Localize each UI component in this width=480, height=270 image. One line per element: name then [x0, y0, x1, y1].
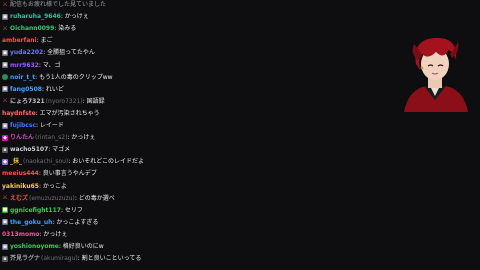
chat-message-text: : 割と良いこといってる	[77, 255, 142, 263]
chat-message-text: : かっけぇ	[60, 13, 89, 21]
chat-message: haydnfste: エマが汚染されちゃう	[2, 108, 100, 119]
chat-message-text: : 全勝狙ってたやん	[43, 49, 95, 57]
chat-message-text: : まご	[36, 37, 53, 45]
chat-message: ▣ fang0508: れいど	[2, 84, 64, 95]
chat-message-text: : かっこよすぎる	[52, 218, 99, 226]
chat-message-text: : 格好良いのにw	[58, 243, 104, 250]
chat-user-login: (rintan_s2)	[35, 134, 68, 142]
chat-username[interactable]: 芥見ラグナ	[10, 253, 40, 264]
chat-user-login: (akumiragu)	[41, 255, 78, 263]
chat-message: meeius444: 良い事言うやんデブ	[2, 168, 97, 179]
vtuber-avatar-icon	[404, 37, 468, 112]
chat-username[interactable]: にょろ7321	[10, 96, 45, 107]
chat-username[interactable]: noir_t_t	[10, 72, 35, 83]
chat-message-text: : れいど	[41, 85, 64, 93]
subscriber-badge-icon: ◆	[2, 158, 8, 165]
chat-message: ▣ yuda2202: 全勝狙ってたやん	[2, 47, 95, 58]
bot-badge-icon: ▣	[2, 86, 8, 93]
chat-panel: ⚔ 配信もお疲れ様でした見ていました ▣ ruharuha_9646: かっけぇ ⚔ Oi…	[0, 0, 340, 270]
chat-username[interactable]: りんたん	[10, 132, 34, 143]
chat-message: ▣ yoshionoyome: 格好良いのにw	[2, 241, 104, 252]
chat-message: ▣ fujibcsc: レイード	[2, 120, 64, 131]
bot-badge-icon: ▣	[2, 243, 8, 250]
chat-username[interactable]: ggnicefight117	[10, 205, 61, 216]
dot-badge-icon	[2, 74, 8, 81]
chat-message: ⚔ 配信もお疲れ様でした見ていました	[2, 0, 106, 10]
bot-badge-icon: ▣	[2, 122, 8, 129]
chat-message-text: : どの毒か選べ	[74, 194, 115, 202]
chat-message: yakiniku65: かっこよ	[2, 181, 67, 192]
chat-message: ▪ wacho5107: マゴメ	[2, 144, 70, 155]
chat-username[interactable]: Oichann0099	[10, 23, 54, 34]
chat-username[interactable]: yoshionoyome	[10, 241, 59, 252]
moderator-badge-icon: ■	[2, 207, 8, 214]
gray-badge-icon: ▪	[2, 255, 8, 262]
chat-username[interactable]: haydnfste	[2, 108, 36, 119]
sword-badge-icon: ⚔	[2, 25, 8, 32]
chat-user-login: (nyoro7321)	[45, 97, 83, 105]
chat-message: 0313momo: かっけぇ	[2, 229, 67, 240]
vip-badge-icon: ◆	[2, 134, 8, 141]
chat-message: ◆ _抹_ (naokachi_sou): おいそれどこのレイドだよ	[2, 156, 144, 167]
chat-username[interactable]: 0313momo	[2, 229, 39, 240]
chat-message-text: : もう1人の毒のクリップww	[35, 73, 113, 81]
chat-message: amberfani: まご	[2, 35, 53, 46]
chat-message-text: : 染みる	[54, 25, 77, 33]
bot-badge-icon: ▣	[2, 49, 8, 56]
chat-username[interactable]: fujibcsc	[10, 120, 36, 131]
chat-message-text: : セリフ	[60, 206, 83, 214]
chat-message-text: : おいそれどこのレイドだよ	[68, 158, 145, 166]
chat-username[interactable]: ruharuha_9646	[10, 11, 61, 22]
chat-message: ▪ 芥見ラグナ (akumiragu): 割と良いこといってる	[2, 253, 141, 264]
gray-badge-icon: ▪	[2, 146, 8, 153]
chat-message-text: : レイード	[35, 122, 64, 129]
chat-username[interactable]: amberfani	[2, 35, 37, 46]
sword-badge-icon: ⚔	[2, 195, 8, 202]
sword-badge-icon: ⚔	[2, 1, 8, 8]
chat-message-text: : かっけぇ	[39, 230, 68, 238]
chat-message-text: : エマが汚染されちゃう	[35, 109, 100, 117]
chat-username[interactable]: meeius444	[2, 168, 39, 179]
chat-message: ▣ ruharuha_9646: かっけぇ	[2, 11, 89, 22]
chat-message-text: : 良い事言うやんデブ	[38, 170, 97, 178]
chat-message: ⚔ にょろ7321 (nyoro7321): 国語録	[2, 96, 105, 107]
bot-badge-icon: ▣	[2, 62, 8, 68]
bot-badge-icon: ▣	[2, 219, 8, 226]
chat-username[interactable]: yakiniku65	[2, 181, 39, 192]
chat-message-text: : マゴメ	[48, 146, 71, 154]
chat-username[interactable]: えむズ	[10, 193, 28, 204]
chat-user-login: (naokachi_sou)	[23, 158, 69, 166]
chat-user-login: (emuzuzuzuzu)	[29, 194, 75, 202]
chat-message-text: : かっこよ	[38, 182, 67, 190]
chat-message: ▣ the_goku_uh: かっこよすぎる	[2, 217, 98, 228]
chat-username[interactable]: fang0508	[10, 84, 42, 95]
chat-message: ⚔ えむズ (emuzuzuzuzu): どの毒か選べ	[2, 193, 115, 204]
chat-message-text: : 国語録	[82, 97, 105, 105]
chat-username[interactable]: _抹_	[10, 156, 22, 167]
sword-badge-icon: ⚔	[2, 98, 8, 105]
chat-username[interactable]: wacho5107	[10, 144, 48, 155]
chat-message: ⚔ Oichann0099: 染みる	[2, 23, 76, 34]
chat-message-text: : かっけぇ	[67, 134, 96, 142]
chat-username[interactable]: yuda2202	[10, 47, 43, 58]
chat-message: ■ ggnicefight117: セリフ	[2, 205, 83, 216]
chat-message: ▣ mrr9632: マ、ゴ	[2, 60, 61, 71]
chat-message-text: 配信もお疲れ様でした見ていました	[10, 1, 107, 8]
chat-username[interactable]: the_goku_uh	[10, 217, 52, 228]
chat-message: noir_t_t: もう1人の毒のクリップww	[2, 72, 113, 83]
chat-username[interactable]: mrr9632	[10, 60, 39, 71]
bot-badge-icon: ▣	[2, 13, 8, 20]
chat-message-text: : マ、ゴ	[38, 61, 61, 69]
chat-message: ◆ りんたん (rintan_s2): かっけぇ	[2, 132, 95, 143]
